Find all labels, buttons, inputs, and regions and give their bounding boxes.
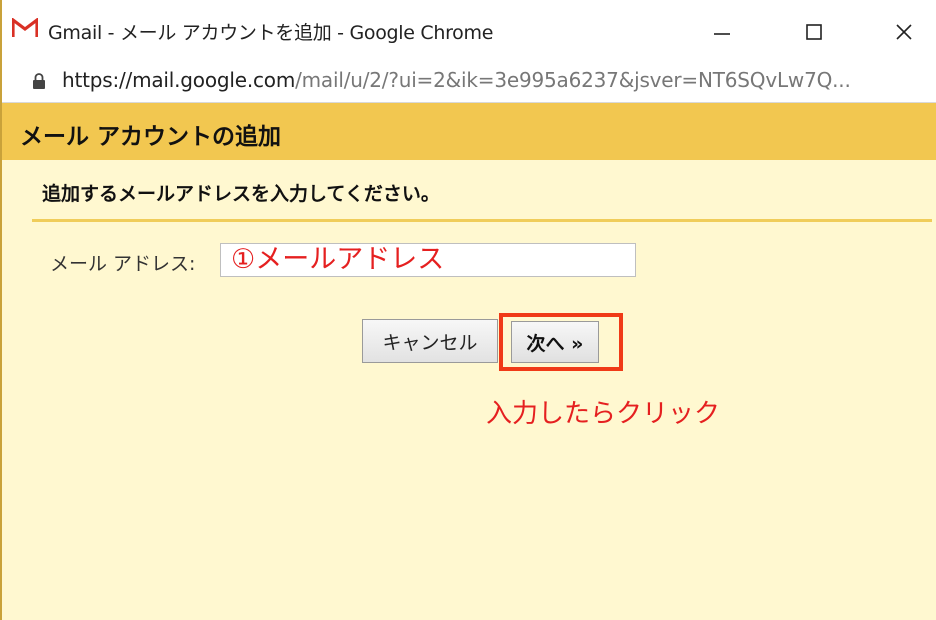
address-bar[interactable]: https://mail.google.com/mail/u/2/?ui=2&i… (2, 62, 936, 103)
window-title: Gmail - メール アカウントを追加 - Google Chrome (48, 22, 494, 44)
email-label: メール アドレス: (50, 253, 196, 275)
url-path: /mail/u/2/?ui=2&ik=3e995a6237&jsver=NT6S… (295, 68, 851, 92)
next-button[interactable]: 次へ » (511, 321, 599, 363)
close-icon (896, 24, 912, 40)
dialog-header: メール アカウントの追加 (2, 103, 936, 160)
maximize-button[interactable] (784, 10, 844, 54)
minimize-icon (714, 33, 730, 35)
chrome-popup-window: Gmail - メール アカウントを追加 - Google Chrome htt… (0, 0, 936, 620)
close-button[interactable] (874, 10, 934, 54)
maximize-icon (806, 24, 822, 40)
click-callout: 入力したらクリック (486, 399, 721, 429)
minimize-button[interactable] (692, 10, 752, 54)
cancel-button[interactable]: キャンセル (362, 319, 498, 363)
dialog-title: メール アカウントの追加 (20, 124, 282, 150)
url-host: https://mail.google.com (62, 68, 296, 92)
lock-icon (33, 73, 45, 89)
gmail-logo-icon (12, 18, 38, 38)
dialog-page: メール アカウントの追加 追加するメールアドレスを入力してください。 メール ア… (2, 103, 936, 620)
title-bar[interactable]: Gmail - メール アカウントを追加 - Google Chrome (2, 0, 936, 62)
url-text[interactable]: https://mail.google.com/mail/u/2/?ui=2&i… (62, 68, 922, 92)
divider (32, 219, 932, 222)
instruction-text: 追加するメールアドレスを入力してください。 (42, 183, 440, 205)
email-address-input[interactable]: ①メールアドレス (220, 243, 636, 277)
